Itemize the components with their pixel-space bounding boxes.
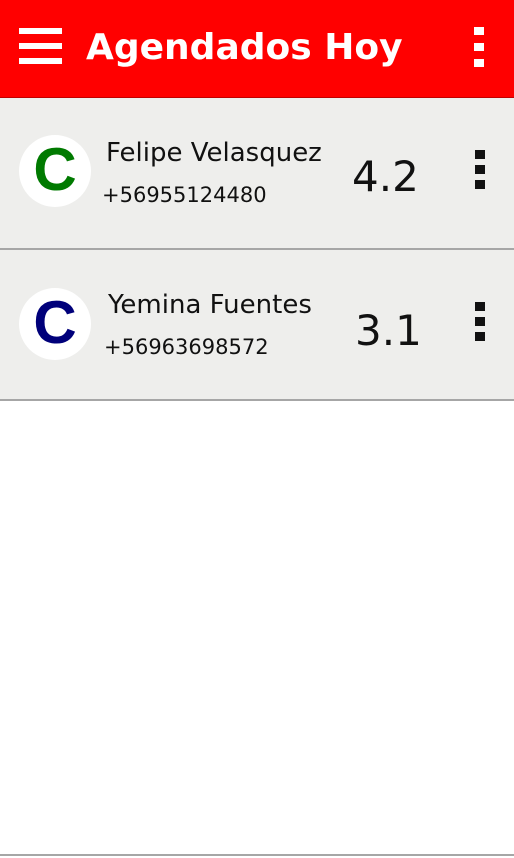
contact-name: Felipe Velasquez bbox=[106, 138, 322, 168]
contact-score: 3.1 bbox=[355, 306, 422, 355]
contact-score: 4.2 bbox=[352, 152, 419, 201]
row-overflow-menu-icon[interactable] bbox=[470, 302, 490, 342]
avatar-letter: C bbox=[33, 136, 77, 203]
app-bar: Agendados Hoy bbox=[0, 0, 514, 98]
avatar-letter: C bbox=[33, 289, 77, 356]
hamburger-menu-icon[interactable] bbox=[19, 28, 62, 66]
contact-name: Yemina Fuentes bbox=[108, 290, 312, 320]
list-item[interactable]: C Yemina Fuentes +56963698572 3.1 bbox=[0, 250, 514, 401]
row-overflow-menu-icon[interactable] bbox=[470, 150, 490, 190]
contact-list: C Felipe Velasquez +56955124480 4.2 C Ye… bbox=[0, 98, 514, 401]
contact-phone: +56963698572 bbox=[104, 335, 269, 359]
avatar: C bbox=[19, 288, 91, 360]
list-item[interactable]: C Felipe Velasquez +56955124480 4.2 bbox=[0, 98, 514, 250]
avatar: C bbox=[19, 135, 91, 207]
overflow-menu-icon[interactable] bbox=[470, 27, 490, 69]
contact-phone: +56955124480 bbox=[102, 183, 267, 207]
page-title: Agendados Hoy bbox=[86, 27, 403, 68]
bottom-divider bbox=[0, 854, 514, 856]
